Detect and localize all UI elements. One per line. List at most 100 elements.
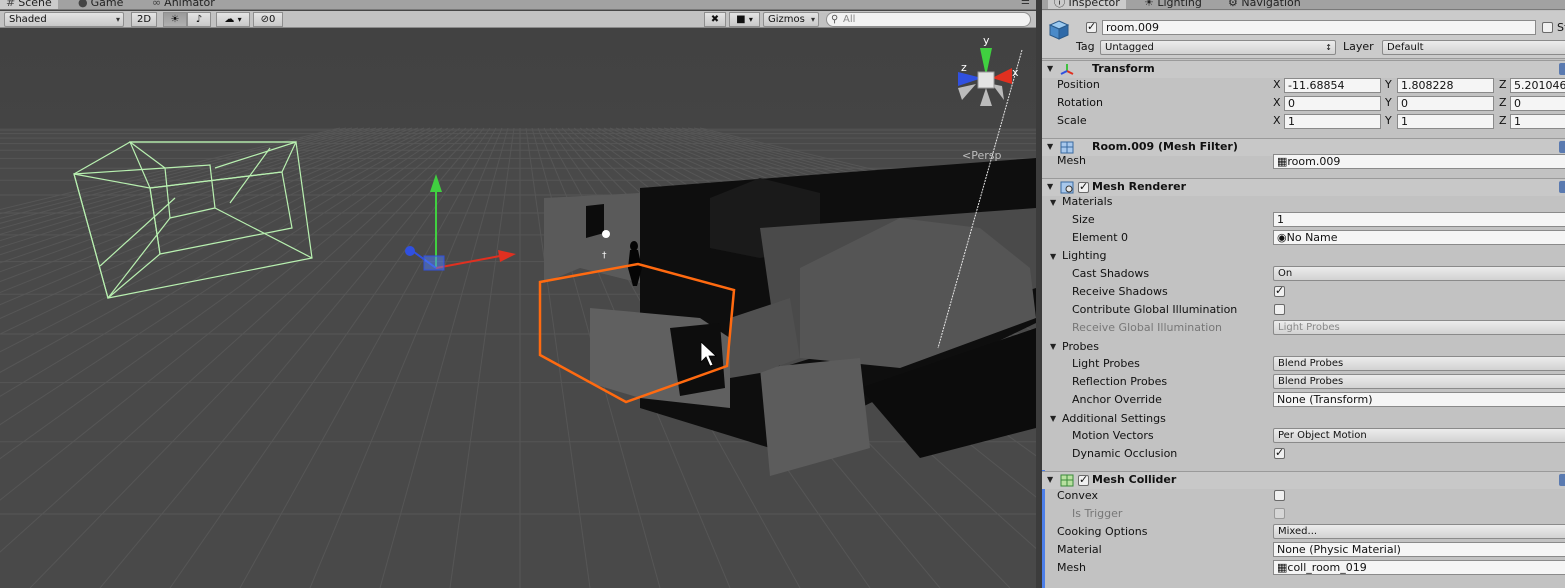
tab-menu-icon[interactable]: ☰ bbox=[1021, 0, 1030, 7]
gameobject-cube-icon bbox=[1048, 20, 1070, 40]
collider-material-field[interactable]: None (Physic Material) bbox=[1273, 542, 1565, 557]
z-arrow-icon[interactable] bbox=[405, 246, 415, 256]
cast-shadows-dropdown[interactable]: On bbox=[1273, 266, 1565, 281]
rotation-z-field[interactable]: 0 bbox=[1510, 96, 1565, 111]
tab-scene[interactable]: # Scene bbox=[0, 0, 58, 9]
lighting-section-label[interactable]: Lighting bbox=[1062, 249, 1106, 263]
transform-icon bbox=[1060, 64, 1074, 75]
tab-navigation[interactable]: ⚙ Navigation bbox=[1222, 0, 1307, 9]
axis-z-label: Z bbox=[1499, 114, 1507, 127]
mesh-filter-title: Room.009 (Mesh Filter) bbox=[1092, 140, 1238, 153]
fold-arrow-icon[interactable]: ▼ bbox=[1050, 342, 1056, 351]
dropdown-arrow-icon: ▾ bbox=[810, 15, 815, 24]
collider-mesh-label: Mesh bbox=[1057, 561, 1086, 574]
effects-icon: ☁ bbox=[224, 14, 235, 25]
lighting-toggle-button[interactable]: ☀ bbox=[163, 12, 187, 27]
static-label: St bbox=[1557, 21, 1565, 34]
help-book-icon[interactable] bbox=[1559, 181, 1565, 193]
reflection-probes-dropdown[interactable]: Blend Probes bbox=[1273, 374, 1565, 389]
mesh-renderer-enabled-checkbox[interactable] bbox=[1078, 180, 1089, 193]
help-book-icon[interactable] bbox=[1559, 474, 1565, 486]
mesh-filter-icon bbox=[1060, 141, 1074, 154]
fold-arrow-icon[interactable]: ▼ bbox=[1050, 198, 1056, 207]
position-x-field[interactable]: -11.68854 bbox=[1284, 78, 1381, 93]
axis-z-label: Z bbox=[1499, 96, 1507, 109]
draw-mode-dropdown[interactable]: Shaded ▾ bbox=[4, 12, 124, 27]
convex-checkbox[interactable] bbox=[1274, 490, 1285, 501]
collider-mesh-field[interactable]: ▦coll_room_019 bbox=[1273, 560, 1565, 575]
gizmo-center-cube[interactable] bbox=[977, 71, 995, 89]
fold-arrow-icon[interactable]: ▼ bbox=[1050, 252, 1056, 261]
size-label: Size bbox=[1072, 213, 1095, 226]
axis-x-label: X bbox=[1273, 114, 1281, 127]
static-checkbox[interactable] bbox=[1542, 22, 1553, 33]
rotation-y-field[interactable]: 0 bbox=[1397, 96, 1494, 111]
position-z-field[interactable]: 5.201046 bbox=[1510, 78, 1565, 93]
scene-window: # Scene ● Game ∞ Animator ☰ Shaded ▾ 2D ☀ ♪… bbox=[0, 0, 1036, 588]
contribute-gi-checkbox[interactable] bbox=[1274, 304, 1285, 315]
probes-section-label[interactable]: Probes bbox=[1062, 340, 1099, 354]
scene-viewport[interactable]: † y z x <Persp bbox=[0, 28, 1036, 588]
fold-arrow-icon[interactable]: ▼ bbox=[1047, 182, 1053, 191]
tab-inspector[interactable]: ⓘ Inspector bbox=[1048, 0, 1126, 9]
mesh-collider-header[interactable]: ▼ Mesh Collider bbox=[1042, 471, 1565, 489]
active-checkbox[interactable] bbox=[1086, 20, 1097, 33]
motion-vectors-dropdown[interactable]: Per Object Motion bbox=[1273, 428, 1565, 443]
scene-view-canvas[interactable]: † y z x bbox=[0, 28, 1036, 588]
contribute-gi-label: Contribute Global Illumination bbox=[1072, 303, 1238, 316]
tab-game[interactable]: ● Game bbox=[72, 0, 129, 9]
axis-y-label: Y bbox=[1385, 114, 1392, 127]
tab-animator[interactable]: ∞ Animator bbox=[146, 0, 221, 9]
scale-x-field[interactable]: 1 bbox=[1284, 114, 1381, 129]
inspector-tab-bar: ⓘ Inspector ☀ Lighting ⚙ Navigation bbox=[1042, 0, 1565, 10]
cooking-options-label: Cooking Options bbox=[1057, 525, 1148, 538]
2d-toggle-button[interactable]: 2D bbox=[131, 12, 157, 27]
help-book-icon[interactable] bbox=[1559, 63, 1565, 75]
scene-search-input[interactable]: ⚲ All bbox=[826, 12, 1031, 27]
tab-lighting[interactable]: ☀ Lighting bbox=[1138, 0, 1208, 9]
fold-arrow-icon[interactable]: ▼ bbox=[1047, 475, 1053, 484]
scale-z-field[interactable]: 1 bbox=[1510, 114, 1565, 129]
tools-button[interactable]: ✖ bbox=[704, 12, 726, 27]
move-plane-handle[interactable] bbox=[423, 255, 445, 271]
wrench-icon: ✖ bbox=[710, 14, 720, 25]
mesh-renderer-header[interactable]: ▼ Mesh Renderer bbox=[1042, 178, 1565, 196]
light-icon bbox=[602, 230, 610, 238]
materials-size-field[interactable]: 1 bbox=[1273, 212, 1565, 227]
dynamic-occlusion-checkbox[interactable] bbox=[1274, 446, 1285, 459]
persp-label[interactable]: <Persp bbox=[962, 149, 1001, 162]
anchor-override-field[interactable]: None (Transform) bbox=[1273, 392, 1565, 407]
layer-dropdown[interactable]: Default bbox=[1382, 40, 1565, 55]
effects-dropdown[interactable]: ☁ ▾ bbox=[216, 12, 250, 27]
fold-arrow-icon[interactable]: ▼ bbox=[1047, 64, 1053, 73]
mesh-object-field[interactable]: ▦room.009 bbox=[1273, 154, 1565, 169]
light-probes-dropdown[interactable]: Blend Probes bbox=[1273, 356, 1565, 371]
cooking-options-dropdown[interactable]: Mixed... bbox=[1273, 524, 1565, 539]
receive-shadows-checkbox[interactable] bbox=[1274, 284, 1285, 297]
help-book-icon[interactable] bbox=[1559, 141, 1565, 153]
grid-icon: # bbox=[6, 0, 16, 9]
camera-settings-dropdown[interactable]: ■ ▾ bbox=[729, 12, 760, 27]
transform-header[interactable]: ▼ Transform bbox=[1042, 60, 1565, 78]
audio-toggle-button[interactable]: ♪ bbox=[187, 12, 211, 27]
element0-label: Element 0 bbox=[1072, 231, 1129, 244]
scale-y-field[interactable]: 1 bbox=[1397, 114, 1494, 129]
object-name-field[interactable]: room.009 bbox=[1102, 20, 1536, 35]
collider-material-label: Material bbox=[1057, 543, 1102, 556]
position-y-field[interactable]: 1.808228 bbox=[1397, 78, 1494, 93]
persp-arrow-icon: < bbox=[962, 149, 972, 162]
additional-settings-label[interactable]: Additional Settings bbox=[1062, 412, 1166, 426]
fold-arrow-icon[interactable]: ▼ bbox=[1050, 414, 1056, 423]
mesh-icon: ▦ bbox=[1277, 155, 1288, 168]
tag-dropdown[interactable]: Untagged ↕ bbox=[1100, 40, 1336, 55]
rotation-x-field[interactable]: 0 bbox=[1284, 96, 1381, 111]
hidden-objects-toggle[interactable]: ⊘0 bbox=[253, 12, 283, 27]
mesh-collider-enabled-checkbox[interactable] bbox=[1078, 473, 1089, 486]
axis-x-label: X bbox=[1273, 96, 1281, 109]
motion-vectors-label: Motion Vectors bbox=[1072, 429, 1154, 442]
light-probes-label: Light Probes bbox=[1072, 357, 1140, 370]
gizmos-dropdown[interactable]: Gizmos ▾ bbox=[763, 12, 819, 27]
materials-section-label[interactable]: Materials bbox=[1062, 195, 1112, 209]
fold-arrow-icon[interactable]: ▼ bbox=[1047, 142, 1053, 151]
material-element0-field[interactable]: ◉No Name bbox=[1273, 230, 1565, 245]
